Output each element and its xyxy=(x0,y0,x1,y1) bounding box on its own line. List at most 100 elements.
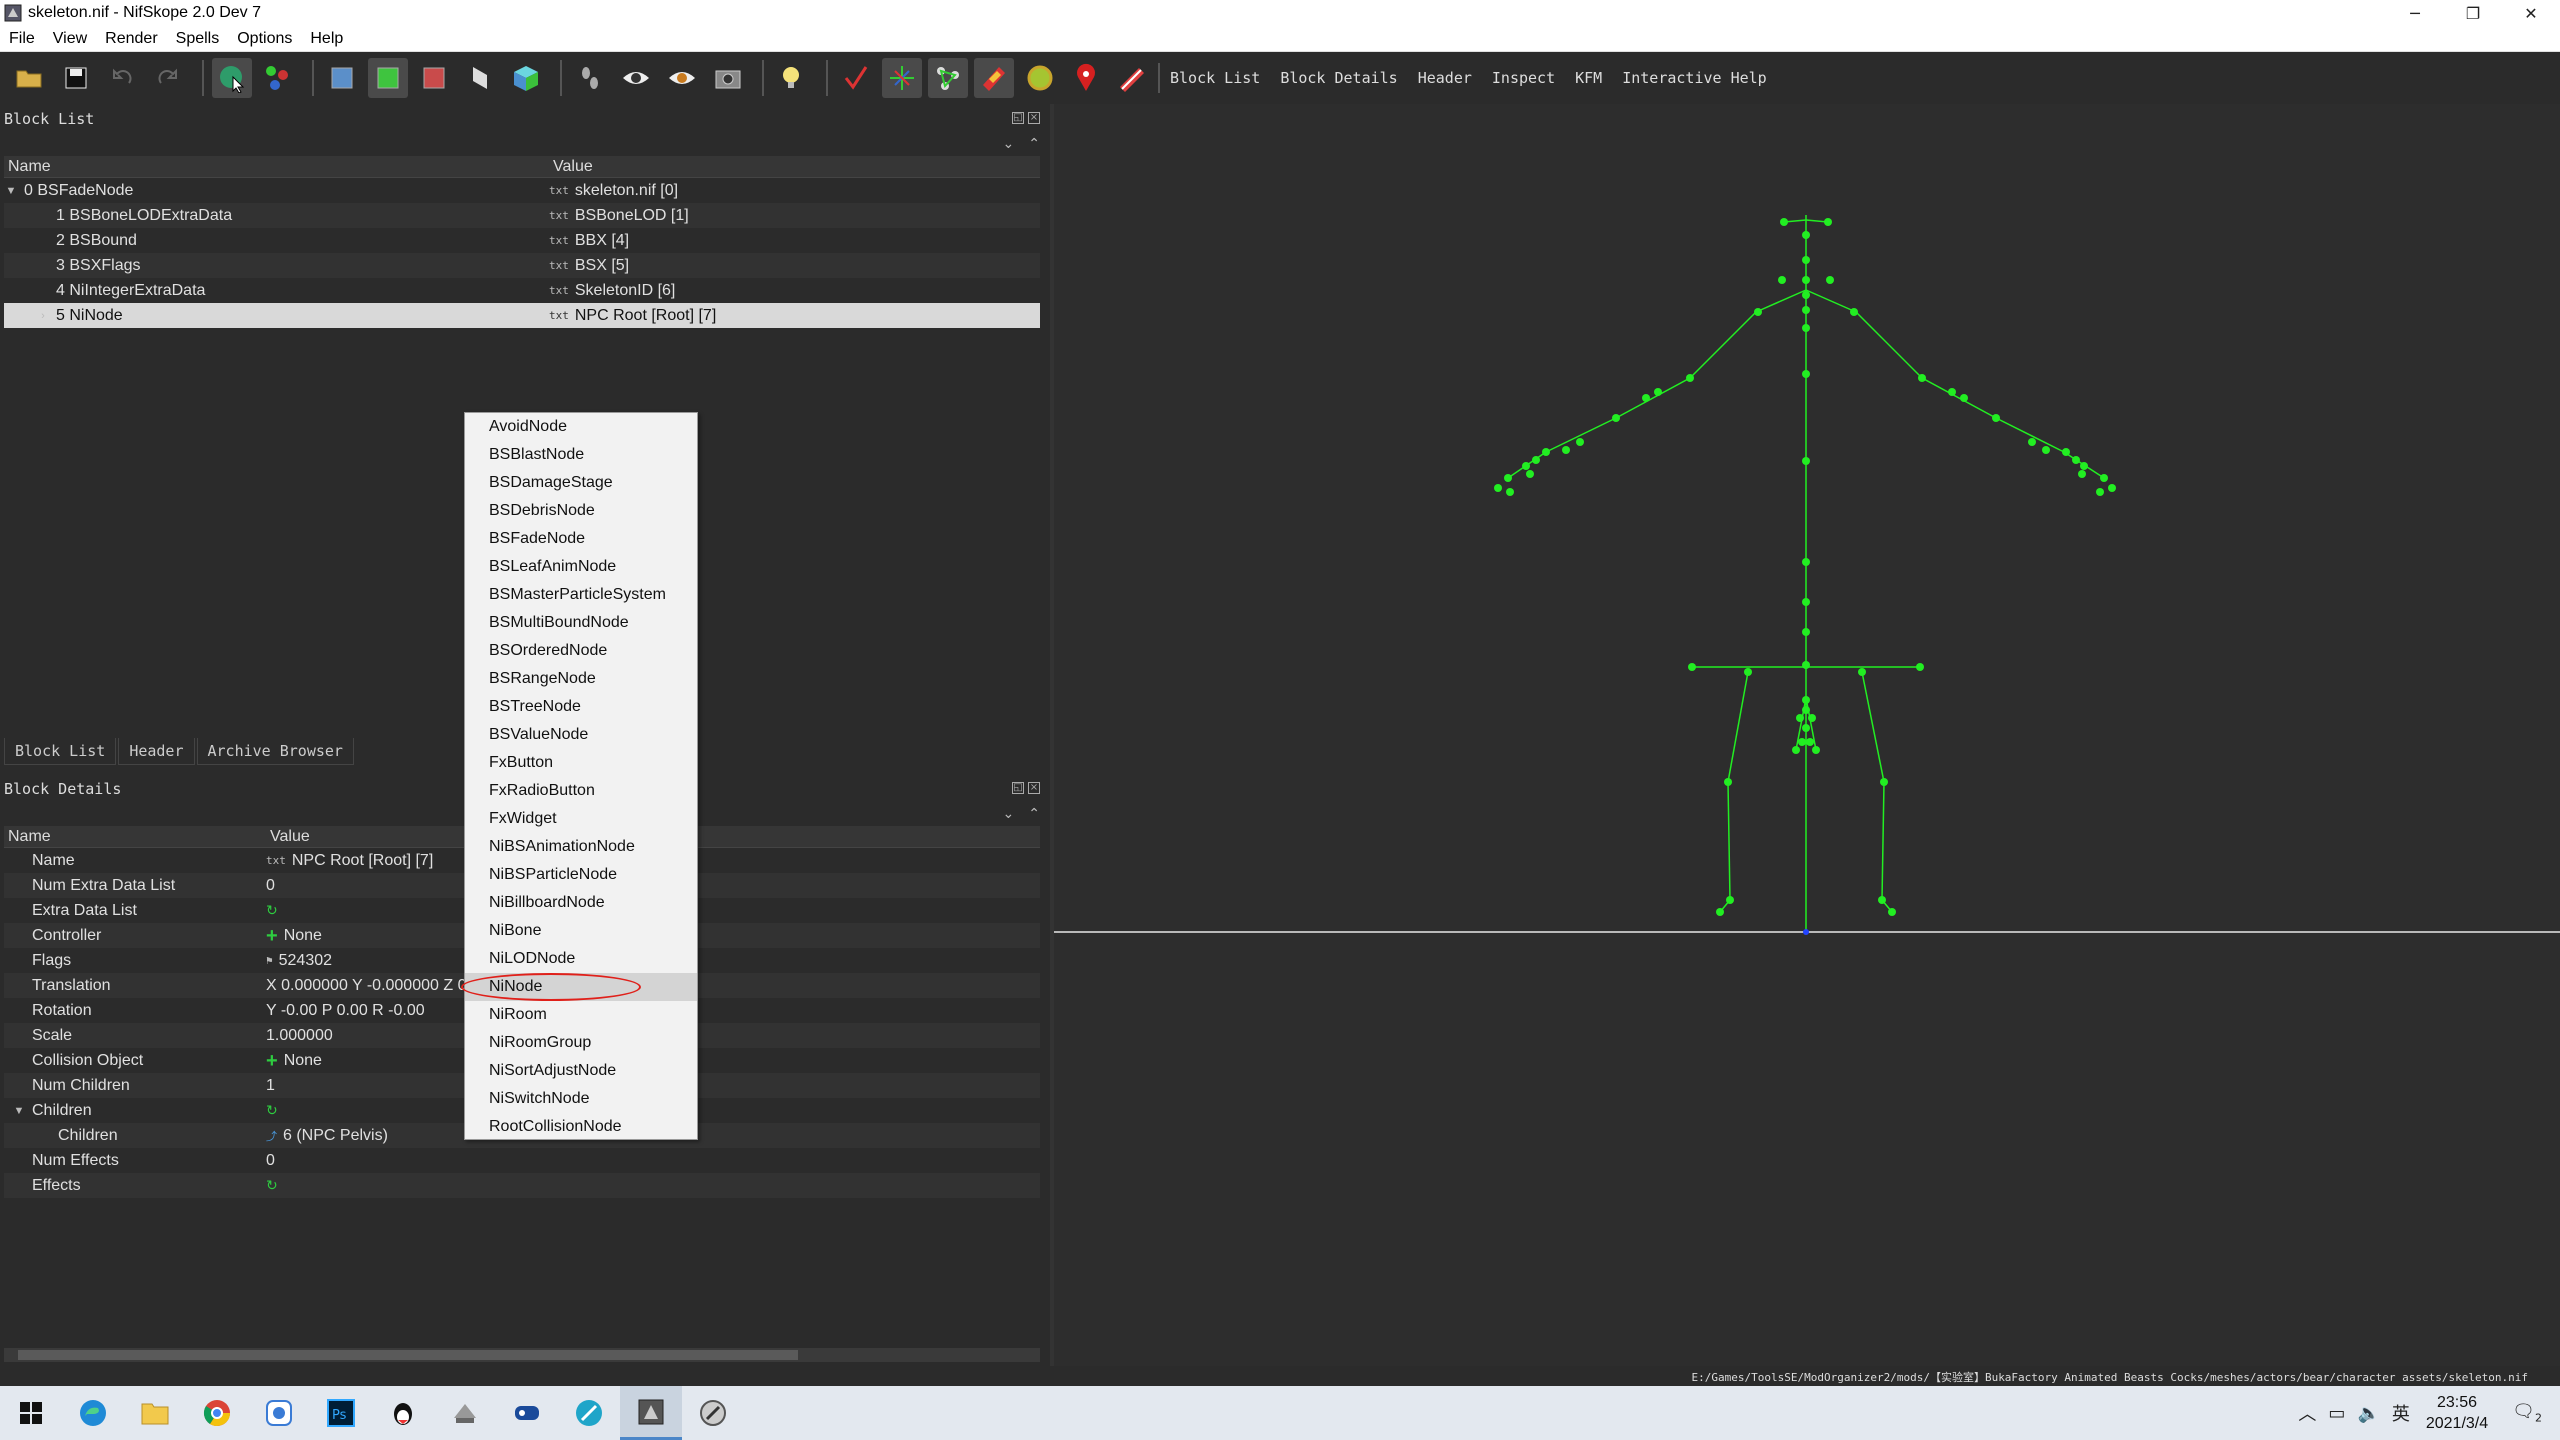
bone-joint-node[interactable] xyxy=(1802,696,1810,704)
volume-icon[interactable]: 🔈 xyxy=(2357,1403,2379,1424)
file-explorer-icon[interactable] xyxy=(124,1386,186,1440)
bone-joint-node[interactable] xyxy=(1612,414,1620,422)
walk-mode-icon[interactable] xyxy=(570,58,610,98)
bone-joint-node[interactable] xyxy=(1780,218,1788,226)
menu-item-node-type[interactable]: FxRadioButton xyxy=(465,777,697,805)
show-axes-icon[interactable] xyxy=(836,58,876,98)
menu-file[interactable]: File xyxy=(0,30,44,48)
bone-joint-node[interactable] xyxy=(1726,896,1734,904)
menu-item-node-type[interactable]: NiBSAnimationNode xyxy=(465,833,697,861)
chrome-browser-icon[interactable] xyxy=(186,1386,248,1440)
menu-item-node-type[interactable]: BSValueNode xyxy=(465,721,697,749)
bone-joint-node[interactable] xyxy=(1888,908,1896,916)
detail-value[interactable]: 0 xyxy=(266,1152,1040,1170)
bone-joint-node[interactable] xyxy=(1858,668,1866,676)
menu-item-node-type[interactable]: BSMultiBoundNode xyxy=(465,609,697,637)
bone-joint-node[interactable] xyxy=(1504,474,1512,482)
collapse-all-icon[interactable]: ⌄ xyxy=(1003,806,1015,822)
scrollbar-thumb[interactable] xyxy=(18,1350,798,1360)
bone-joint-node[interactable] xyxy=(1948,388,1956,396)
menu-item-node-type[interactable]: AvoidNode xyxy=(465,413,697,441)
screenshot-camera-icon[interactable] xyxy=(708,58,748,98)
bone-joint-node[interactable] xyxy=(1688,663,1696,671)
menu-item-node-type[interactable]: NiBone xyxy=(465,917,697,945)
view-side-icon[interactable] xyxy=(414,58,454,98)
bone-joint-node[interactable] xyxy=(1802,628,1810,636)
tab-header[interactable]: Header xyxy=(118,738,195,765)
menu-item-node-type[interactable]: NiRoom xyxy=(465,1001,697,1029)
bone-joint-node[interactable] xyxy=(1542,448,1550,456)
undo-icon[interactable] xyxy=(102,58,142,98)
block-row[interactable]: 3 BSXFlags txt BSX [5] xyxy=(4,253,1040,278)
bone-joint-node[interactable] xyxy=(1778,276,1786,284)
bone-joint-node[interactable] xyxy=(2096,488,2104,496)
menu-item-node-type[interactable]: BSDebrisNode xyxy=(465,497,697,525)
edge-browser-icon[interactable] xyxy=(62,1386,124,1440)
image-viewer-icon[interactable] xyxy=(248,1386,310,1440)
block-row[interactable]: 2 BSBound txt BBX [4] xyxy=(4,228,1040,253)
bone-joint-node[interactable] xyxy=(1802,291,1810,299)
bone-joint-node[interactable] xyxy=(2062,448,2070,456)
bone-joint-node[interactable] xyxy=(1526,470,1534,478)
input-method-indicator[interactable]: 英 xyxy=(2392,1400,2410,1426)
menu-item-node-type[interactable]: NiBillboardNode xyxy=(465,889,697,917)
network-icon[interactable]: ▭ xyxy=(2328,1403,2345,1424)
bone-joint-node[interactable] xyxy=(1506,488,1514,496)
bone-joint-node[interactable] xyxy=(1796,714,1804,722)
collapse-all-icon[interactable]: ⌄ xyxy=(1003,136,1015,152)
restore-button[interactable]: ❐ xyxy=(2444,0,2502,26)
column-value[interactable]: Value xyxy=(549,156,1040,177)
bone-joint-node[interactable] xyxy=(1716,908,1724,916)
bone-joint-node[interactable] xyxy=(1992,414,2000,422)
detail-value[interactable]: 524302 xyxy=(279,952,332,970)
bone-joint-node[interactable] xyxy=(1808,714,1816,722)
menu-options[interactable]: Options xyxy=(228,30,301,48)
bone-joint-node[interactable] xyxy=(1724,778,1732,786)
menu-item-node-type[interactable]: BSTreeNode xyxy=(465,693,697,721)
bone-joint-node[interactable] xyxy=(1802,256,1810,264)
bone-joint-node[interactable] xyxy=(1806,738,1814,746)
bone-joint-node[interactable] xyxy=(2078,470,2086,478)
add-link-icon[interactable]: + xyxy=(266,1051,278,1071)
float-panel-icon[interactable]: ◱ xyxy=(1012,782,1024,794)
bone-joint-node[interactable] xyxy=(1802,231,1810,239)
bone-joint-node[interactable] xyxy=(1802,598,1810,606)
menu-render[interactable]: Render xyxy=(96,30,166,48)
bone-joint-node[interactable] xyxy=(2072,456,2080,464)
menu-help[interactable]: Help xyxy=(301,30,352,48)
toolbar-inspect-toggle[interactable]: Inspect xyxy=(1482,63,1565,93)
menu-item-node-type[interactable]: BSRangeNode xyxy=(465,665,697,693)
bone-joint-node[interactable] xyxy=(2100,474,2108,482)
bone-joint-node[interactable] xyxy=(1812,746,1820,754)
close-panel-icon[interactable]: × xyxy=(1028,782,1040,794)
nifskope-task-icon[interactable] xyxy=(620,1386,682,1440)
show-skeleton-icon[interactable] xyxy=(928,58,968,98)
menu-item-node-type[interactable]: NiSortAdjustNode xyxy=(465,1057,697,1085)
mod-organizer-icon[interactable] xyxy=(434,1386,496,1440)
show-markers-icon[interactable] xyxy=(974,58,1014,98)
menu-item-node-type[interactable]: NiRoomGroup xyxy=(465,1029,697,1057)
toolbar-interactive-help-toggle[interactable]: Interactive Help xyxy=(1612,63,1777,93)
bone-joint-node[interactable] xyxy=(1654,388,1662,396)
bone-joint-node[interactable] xyxy=(1642,394,1650,402)
app-feather-icon[interactable] xyxy=(558,1386,620,1440)
bone-joint-node[interactable] xyxy=(1754,308,1762,316)
menu-item-node-type-highlighted[interactable]: NiNode xyxy=(461,973,697,1001)
block-row[interactable]: 1 BSBoneLODExtraData txt BSBoneLOD [1] xyxy=(4,203,1040,228)
tool-app-icon[interactable] xyxy=(682,1386,744,1440)
show-nodes-icon[interactable] xyxy=(662,58,702,98)
menu-item-node-type[interactable]: BSLeafAnimNode xyxy=(465,553,697,581)
detail-value[interactable]: None xyxy=(284,927,322,945)
column-name[interactable]: Name xyxy=(4,156,549,177)
bone-joint-node[interactable] xyxy=(1802,370,1810,378)
bone-joint-node[interactable] xyxy=(1880,778,1888,786)
bone-joint-node[interactable] xyxy=(2028,438,2036,446)
tab-block-list[interactable]: Block List xyxy=(4,738,117,765)
bone-joint-node[interactable] xyxy=(1798,738,1806,746)
save-file-icon[interactable] xyxy=(56,58,96,98)
bone-joint-node[interactable] xyxy=(1744,668,1752,676)
add-link-icon[interactable]: + xyxy=(266,926,278,946)
bone-joint-node[interactable] xyxy=(1494,484,1502,492)
bone-joint-node[interactable] xyxy=(1802,306,1810,314)
expand-arrow-icon[interactable]: ▼ xyxy=(12,1105,26,1117)
